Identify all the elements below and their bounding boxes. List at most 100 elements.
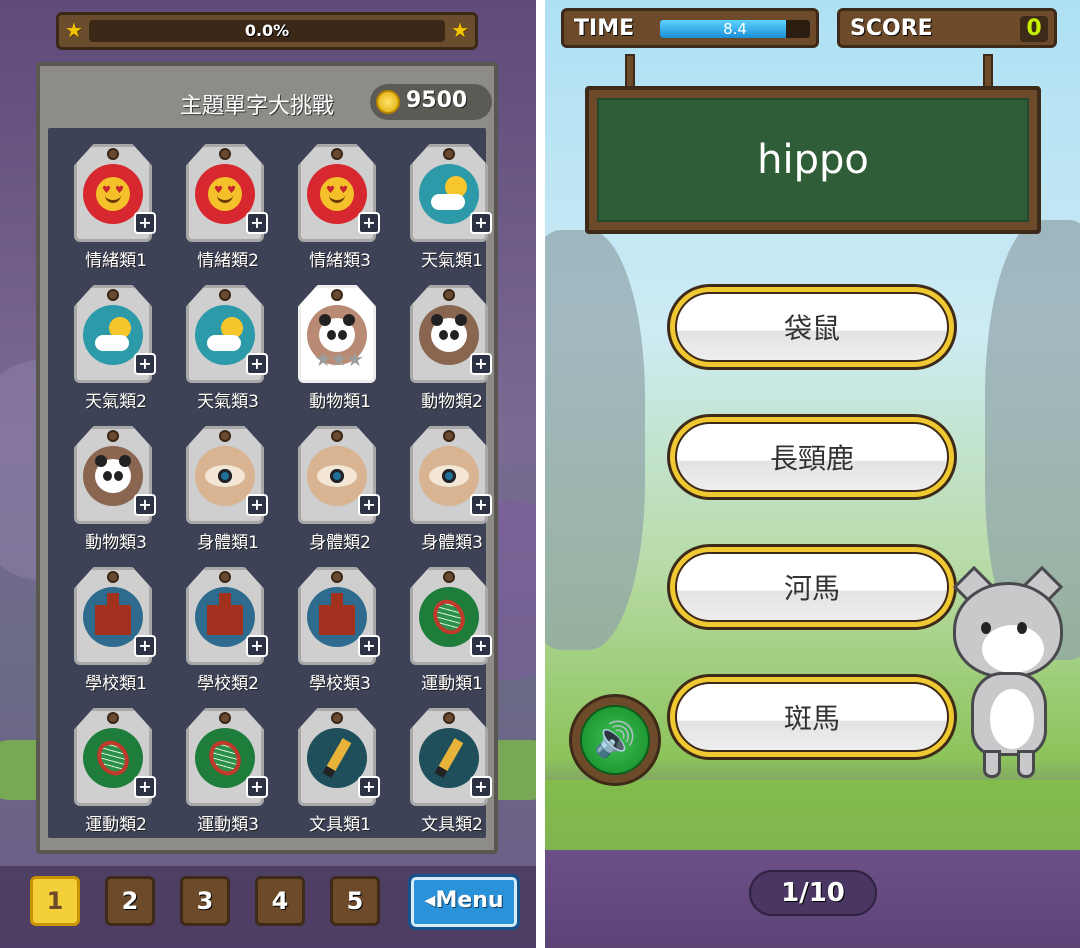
stars-rating: ★★★ bbox=[314, 347, 364, 371]
plus-icon: + bbox=[358, 494, 380, 516]
coin-amount: 9500 bbox=[406, 88, 468, 113]
tag-hole bbox=[107, 289, 119, 301]
category-tile[interactable]: + 運動類2 bbox=[50, 700, 162, 842]
category-tile[interactable]: + 天氣類1 bbox=[386, 136, 498, 278]
time-panel: TIME 8.4 bbox=[561, 8, 819, 48]
plus-icon: + bbox=[134, 353, 156, 375]
category-tile[interactable]: + 身體類3 bbox=[386, 418, 498, 560]
tag-hole bbox=[219, 289, 231, 301]
plus-icon: + bbox=[246, 353, 268, 375]
category-tile[interactable]: ♥ ♥ + 情緒類1 bbox=[50, 136, 162, 278]
time-bar: 8.4 bbox=[660, 20, 810, 38]
coin-icon bbox=[376, 90, 400, 114]
cat-mascot bbox=[945, 565, 1075, 778]
menu-button[interactable]: ◂Menu bbox=[408, 874, 520, 930]
score-value: 0 bbox=[1020, 16, 1048, 42]
cat-face bbox=[982, 625, 1044, 673]
cat-head bbox=[953, 582, 1063, 678]
tile-label: 學校類1 bbox=[85, 674, 147, 694]
category-select-screen: ★ ★ 0.0% 主題單字大挑戰 9500 ♥ ♥ + 情緒類1 ♥ ♥ + 情緒類2 ♥ ♥ + 情… bbox=[0, 0, 536, 948]
tag-hole bbox=[331, 430, 343, 442]
plus-icon: + bbox=[470, 635, 492, 657]
plus-icon: + bbox=[470, 494, 492, 516]
tag-hole bbox=[443, 712, 455, 724]
category-tile[interactable]: ★★★ 動物類1 bbox=[274, 277, 386, 419]
category-tile[interactable]: + 天氣類3 bbox=[162, 277, 274, 419]
category-tile[interactable]: ♥ ♥ + 情緒類3 bbox=[274, 136, 386, 278]
plus-icon: + bbox=[358, 635, 380, 657]
board-rope bbox=[625, 54, 635, 88]
tag-hole bbox=[331, 289, 343, 301]
tag-hole bbox=[443, 430, 455, 442]
time-label: TIME bbox=[574, 16, 635, 41]
page-button[interactable]: 5 bbox=[330, 876, 380, 926]
tag-hole bbox=[107, 712, 119, 724]
tile-label: 身體類1 bbox=[197, 533, 259, 553]
category-tile[interactable]: + 運動類1 bbox=[386, 559, 498, 701]
tile-label: 身體類3 bbox=[421, 533, 483, 553]
answer-button[interactable]: 長頸鹿 bbox=[667, 414, 957, 500]
tile-label: 學校類3 bbox=[309, 674, 371, 694]
answer-button[interactable]: 袋鼠 bbox=[667, 284, 957, 370]
plus-icon: + bbox=[358, 212, 380, 234]
answer-button[interactable]: 河馬 bbox=[667, 544, 957, 630]
bg-cliff bbox=[545, 230, 645, 650]
tile-label: 身體類2 bbox=[309, 533, 371, 553]
question-word: hippo bbox=[597, 98, 1029, 222]
time-value: 8.4 bbox=[723, 20, 747, 38]
tag-hole bbox=[219, 571, 231, 583]
page-button[interactable]: 2 bbox=[105, 876, 155, 926]
answer-button[interactable]: 斑馬 bbox=[667, 674, 957, 760]
coin-counter: 9500 bbox=[370, 84, 492, 120]
tile-label: 情緒類2 bbox=[197, 251, 259, 271]
tag-hole bbox=[331, 148, 343, 160]
question-counter: 1/10 bbox=[749, 870, 877, 916]
tag-hole bbox=[331, 712, 343, 724]
category-tile[interactable]: + 學校類3 bbox=[274, 559, 386, 701]
category-grid: ♥ ♥ + 情緒類1 ♥ ♥ + 情緒類2 ♥ ♥ + 情緒類3 + 天氣類1 + 天氣類2 + 天氣類3 ★★★ 動… bbox=[48, 128, 492, 838]
tile-label: 學校類2 bbox=[197, 674, 259, 694]
category-tile[interactable]: + 身體類1 bbox=[162, 418, 274, 560]
plus-icon: + bbox=[358, 776, 380, 798]
score-label: SCORE bbox=[850, 16, 933, 41]
plus-icon: + bbox=[134, 635, 156, 657]
tag-hole bbox=[107, 571, 119, 583]
cat-leg bbox=[983, 750, 1001, 778]
tile-label: 天氣類3 bbox=[197, 392, 259, 412]
tag-hole bbox=[443, 571, 455, 583]
audio-button[interactable]: 🔊 bbox=[569, 694, 661, 786]
plus-icon: + bbox=[470, 776, 492, 798]
category-tile[interactable]: + 身體類2 bbox=[274, 418, 386, 560]
plus-icon: + bbox=[470, 353, 492, 375]
page-button[interactable]: 4 bbox=[255, 876, 305, 926]
tag-hole bbox=[219, 148, 231, 160]
page-button[interactable]: 1 bbox=[30, 876, 80, 926]
plus-icon: + bbox=[134, 494, 156, 516]
category-tile[interactable]: + 學校類2 bbox=[162, 559, 274, 701]
tile-label: 運動類1 bbox=[421, 674, 483, 694]
category-tile[interactable]: + 學校類1 bbox=[50, 559, 162, 701]
category-tile[interactable]: + 文具類1 bbox=[274, 700, 386, 842]
plus-icon: + bbox=[134, 212, 156, 234]
page-button[interactable]: 3 bbox=[180, 876, 230, 926]
tile-label: 文具類2 bbox=[421, 815, 483, 835]
category-tile[interactable]: + 文具類2 bbox=[386, 700, 498, 842]
category-tile[interactable]: + 天氣類2 bbox=[50, 277, 162, 419]
plus-icon: + bbox=[246, 776, 268, 798]
cat-body bbox=[971, 672, 1047, 756]
word-board: hippo bbox=[585, 86, 1041, 234]
progress-text: 0.0% bbox=[244, 21, 290, 40]
tag-hole bbox=[443, 289, 455, 301]
plus-icon: + bbox=[246, 635, 268, 657]
category-tile[interactable]: + 動物類3 bbox=[50, 418, 162, 560]
tile-label: 情緒類3 bbox=[309, 251, 371, 271]
answer-label: 長頸鹿 bbox=[675, 422, 949, 492]
plus-icon: + bbox=[470, 212, 492, 234]
category-tile[interactable]: ♥ ♥ + 情緒類2 bbox=[162, 136, 274, 278]
board-rope bbox=[983, 54, 993, 88]
tile-label: 天氣類2 bbox=[85, 392, 147, 412]
plus-icon: + bbox=[246, 212, 268, 234]
category-tile[interactable]: + 動物類2 bbox=[386, 277, 498, 419]
plus-icon: + bbox=[134, 776, 156, 798]
category-tile[interactable]: + 運動類3 bbox=[162, 700, 274, 842]
